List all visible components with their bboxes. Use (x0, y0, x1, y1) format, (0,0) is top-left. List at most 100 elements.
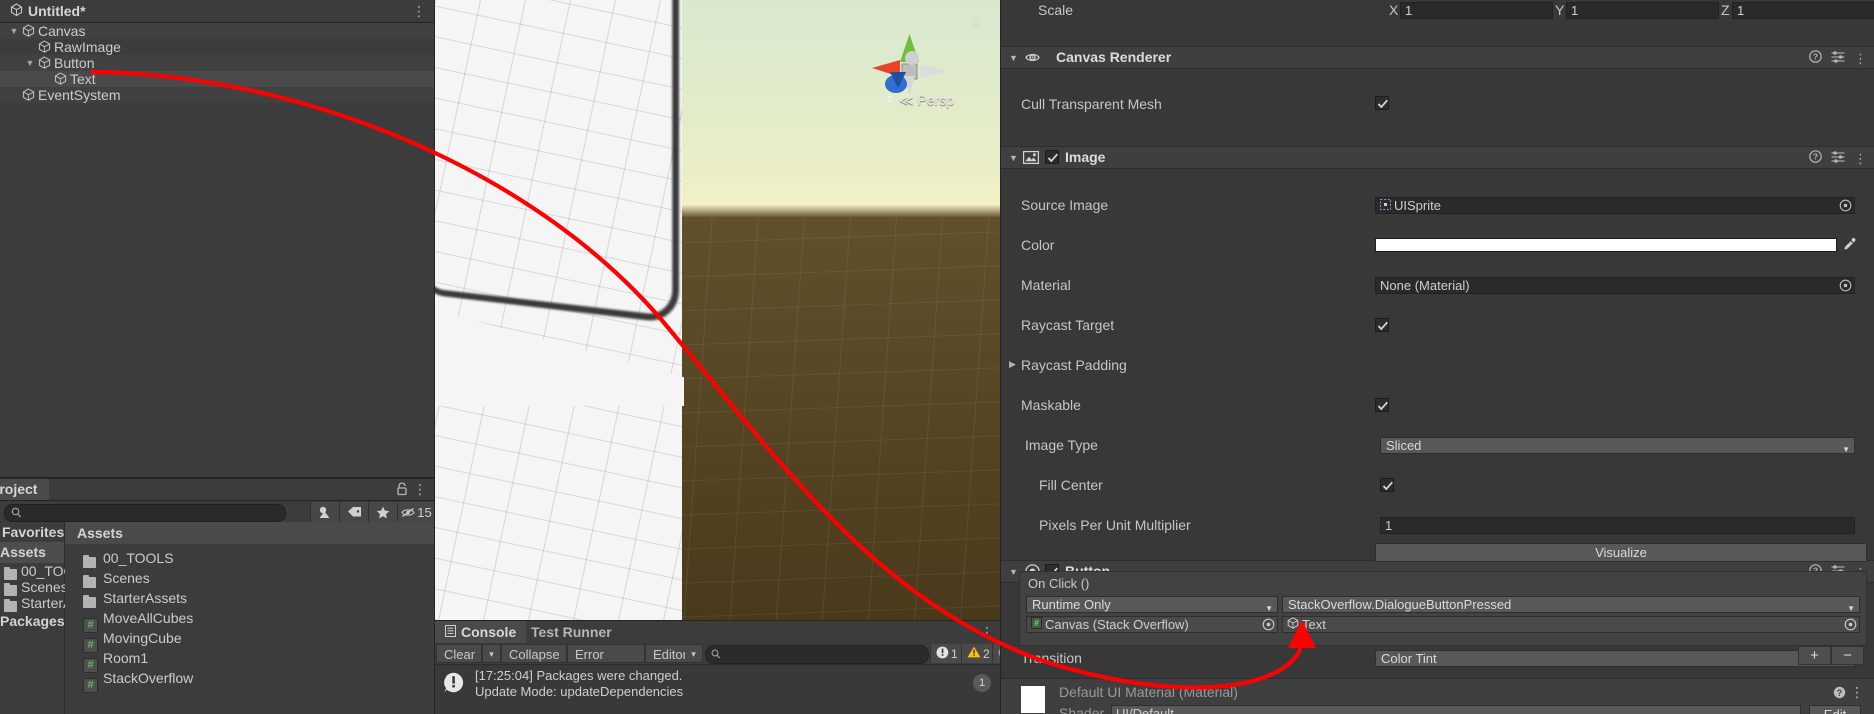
scale-z-input[interactable]: 1 (1732, 2, 1874, 19)
script-icon: # (1031, 617, 1042, 632)
project-asset-item[interactable]: StarterAssets (65, 588, 434, 608)
console-info-badge[interactable]: 0 (992, 644, 1000, 663)
project-tree-item-starterassets[interactable]: StarterAssets (0, 595, 64, 611)
project-asset-item[interactable]: # Room1 (65, 648, 434, 668)
project-lock-icon[interactable] (396, 482, 408, 499)
raycast-target-checkbox[interactable] (1375, 318, 1389, 332)
on-click-object-field[interactable]: # Canvas (Stack Overflow) (1026, 616, 1278, 633)
tab-test-runner-label: Test Runner (531, 621, 612, 643)
project-asset-item[interactable]: 00_TOOLS (65, 548, 434, 568)
raycast-padding-row[interactable]: ▶ Raycast Padding (1001, 355, 1874, 375)
fill-center-checkbox[interactable] (1380, 478, 1394, 492)
hierarchy-item-label: Button (54, 55, 94, 71)
project-content-column: Assets 00_TOOLS Scenes StarterAssets # MoveA… (65, 522, 434, 714)
source-image-objectfield[interactable]: UISprite (1375, 197, 1855, 214)
project-filter-type-button[interactable] (310, 502, 339, 522)
scene-view[interactable]: y x z ≪ Persp (435, 0, 1000, 620)
kebab-menu-icon[interactable]: ⋮ (1854, 52, 1867, 65)
object-picker-icon[interactable] (1842, 617, 1858, 632)
tab-test-runner[interactable]: Test Runner (521, 621, 622, 643)
project-asset-item[interactable]: # MovingCube (65, 628, 434, 648)
hierarchy-item-eventsystem[interactable]: EventSystem (0, 87, 434, 103)
divider-hierarchy-project[interactable] (0, 477, 434, 479)
console-error-badge[interactable]: 1 (930, 644, 961, 663)
image-color-swatch[interactable] (1375, 238, 1837, 252)
pixels-per-unit-input[interactable]: 1 (1380, 517, 1855, 534)
console-entry[interactable]: [17:25:04] Packages were changed. Update… (435, 665, 1000, 702)
console-collapse-button[interactable]: Collapse (501, 644, 567, 663)
on-click-argument-field[interactable]: Text (1282, 616, 1860, 633)
project-asset-item[interactable]: Scenes (65, 568, 434, 588)
console-clear-button[interactable]: Clear (436, 644, 482, 663)
on-click-method-dropdown[interactable]: StackOverflow.DialogueButtonPressed ▼ (1282, 596, 1860, 613)
chevron-down-icon[interactable]: ▼ (1009, 53, 1018, 63)
object-picker-icon[interactable] (1837, 278, 1853, 293)
image-material-objectfield[interactable]: None (Material) (1375, 277, 1855, 294)
help-icon[interactable]: ? (1833, 686, 1846, 702)
project-toolbar: 15 (0, 501, 434, 523)
chevron-down-icon[interactable]: ▼ (24, 55, 36, 71)
hierarchy-item-text[interactable]: Text (0, 71, 434, 87)
preset-icon[interactable] (1831, 150, 1845, 166)
component-header-image[interactable]: ▼ Image ? ⋮ (1001, 146, 1874, 169)
material-shader-dropdown[interactable]: UI/Default (1111, 705, 1801, 714)
on-click-remove-button[interactable]: − (1831, 646, 1864, 665)
eyedropper-icon[interactable] (1843, 237, 1857, 251)
console-clear-dropdown[interactable]: ▾ (482, 644, 501, 663)
project-filter-label-button[interactable] (339, 502, 368, 522)
divider-hierarchy-scene[interactable] (434, 0, 435, 714)
hierarchy-scene-row[interactable]: Untitled* (4, 0, 96, 22)
material-preview-header[interactable]: Default UI Material (Material) ? ⋮ Shade… (1001, 678, 1874, 714)
project-favorites-button[interactable] (368, 502, 397, 522)
console-search-input[interactable] (705, 645, 929, 664)
hierarchy-item-button[interactable]: ▼ Button (0, 55, 434, 71)
chevron-down-icon[interactable]: ▼ (1009, 153, 1018, 163)
console-editor-dropdown[interactable]: ▾ (685, 644, 703, 663)
project-tree-item-scenes[interactable]: Scenes (0, 579, 64, 595)
scene-lock-icon[interactable] (969, 16, 982, 34)
scale-y-input[interactable]: 1 (1566, 2, 1719, 19)
object-picker-icon[interactable] (1837, 198, 1853, 213)
help-icon[interactable]: ? (1809, 50, 1822, 66)
project-tree-item-packages[interactable]: Packages (0, 611, 64, 632)
project-tree-item-00_tools[interactable]: 00_TOOLS (0, 563, 64, 579)
project-search-input[interactable] (4, 504, 286, 522)
kebab-menu-icon[interactable]: ⋮ (1850, 684, 1864, 701)
scale-x-input[interactable]: 1 (1400, 2, 1553, 19)
help-icon[interactable]: ? (1809, 150, 1822, 166)
hierarchy-item-canvas[interactable]: ▼ Canvas (0, 23, 434, 39)
project-asset-item[interactable]: # StackOverflow (65, 668, 434, 688)
gameobject-icon (38, 40, 51, 56)
image-type-dropdown[interactable]: Sliced ▼ (1380, 437, 1855, 454)
transition-dropdown[interactable]: Color Tint ▼ (1375, 650, 1855, 667)
tab-console-label: Console (461, 621, 516, 643)
kebab-menu-icon[interactable]: ⋮ (1854, 152, 1867, 165)
hierarchy-kebab-menu[interactable]: ⋮ (412, 3, 426, 19)
maskable-checkbox[interactable] (1375, 398, 1389, 412)
visualize-button[interactable]: Visualize (1375, 543, 1867, 562)
material-edit-button[interactable]: Edit (1809, 705, 1861, 714)
divider-scene-inspector[interactable] (1000, 0, 1001, 714)
chevron-down-icon[interactable]: ▼ (1009, 567, 1018, 577)
project-tree-item-assets[interactable]: Assets (0, 542, 64, 563)
transition-label: Transition (1021, 650, 1082, 666)
on-click-add-button[interactable]: + (1798, 646, 1831, 665)
on-click-mode-dropdown[interactable]: Runtime Only ▼ (1026, 596, 1278, 613)
console-warning-badge[interactable]: 2 (961, 644, 992, 663)
project-hidden-count-button[interactable]: 15 (397, 502, 434, 522)
preset-icon[interactable] (1831, 50, 1845, 66)
component-header-canvas-renderer[interactable]: ▼ Canvas Renderer ? ⋮ (1001, 46, 1874, 69)
scene-projection-label[interactable]: ≪ Persp (899, 92, 954, 109)
project-asset-item[interactable]: # MoveAllCubes (65, 608, 434, 628)
cull-transparent-mesh-checkbox[interactable] (1375, 96, 1389, 110)
chevron-right-icon[interactable]: ▶ (1009, 359, 1016, 370)
chevron-down-icon[interactable]: ▼ (8, 23, 20, 39)
tab-console[interactable]: Console (435, 621, 526, 643)
project-kebab-menu[interactable]: ⋮ (413, 481, 427, 497)
hierarchy-item-rawimage[interactable]: RawImage (0, 39, 434, 55)
image-component-enabled-checkbox[interactable] (1045, 150, 1059, 164)
console-kebab-menu[interactable]: ⋮ (980, 624, 994, 640)
tab-project[interactable]: Project (0, 478, 49, 500)
object-picker-icon[interactable] (1260, 617, 1276, 632)
console-error-pause-button[interactable]: Error Pause (567, 644, 645, 663)
